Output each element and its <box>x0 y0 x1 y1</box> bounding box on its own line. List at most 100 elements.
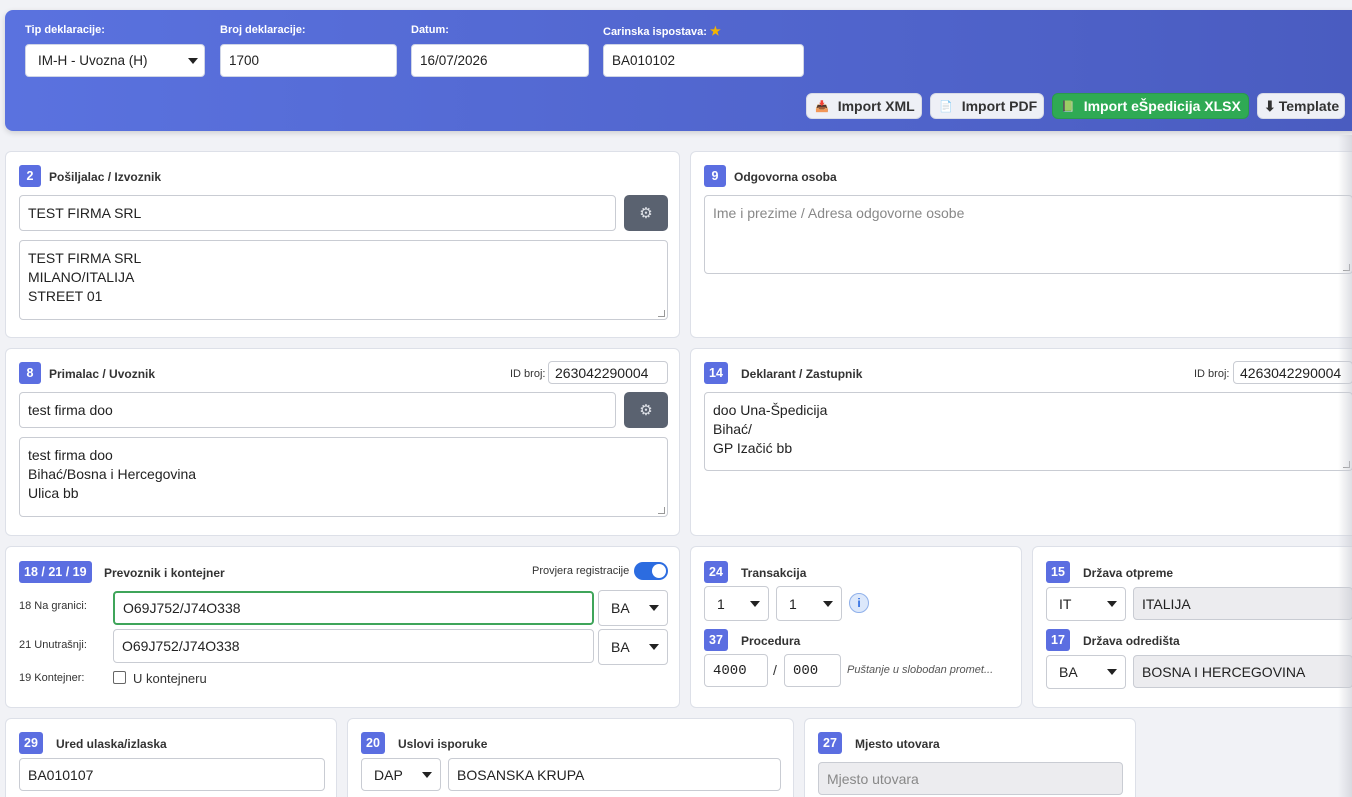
uslovi-place-input[interactable]: BOSANSKA KRUPA <box>448 758 781 791</box>
posiljalac-address-textarea[interactable]: TEST FIRMA SRL MILANO/ITALIJA STREET 01 <box>19 240 668 320</box>
uslovi-badge: 20 <box>361 732 385 754</box>
resize-grip-icon[interactable] <box>658 507 665 514</box>
chevron-down-icon <box>649 605 659 611</box>
ispostava-input[interactable]: BA010102 <box>603 44 804 77</box>
transakcija-select-1[interactable]: 1 <box>704 586 769 621</box>
primalac-id-input[interactable]: 263042290004 <box>548 361 668 384</box>
mjesto-input[interactable]: Mjesto utovara <box>818 762 1123 795</box>
primalac-settings-button[interactable]: ⚙ <box>624 392 668 428</box>
tip-label: Tip deklaracije: <box>25 24 105 36</box>
provjera-toggle[interactable] <box>634 562 668 580</box>
chevron-down-icon <box>823 600 833 607</box>
ured-input[interactable]: BA010107 <box>19 758 325 791</box>
posiljalac-settings-button[interactable]: ⚙ <box>624 195 668 231</box>
chevron-down-icon <box>649 644 659 650</box>
chevron-down-icon <box>1107 669 1117 675</box>
transakcija-card: 24 Transakcija 1 1 i 37 Procedura 4000 /… <box>690 546 1022 708</box>
template-label: Template <box>1278 98 1340 114</box>
procedura-title: Procedura <box>741 634 801 648</box>
drzava-odredista-name: BOSNA I HERCEGOVINA <box>1133 655 1352 688</box>
gear-icon: ⚙ <box>639 205 653 222</box>
drzava-otpreme-select[interactable]: IT <box>1046 587 1126 621</box>
drzava-odredista-select[interactable]: BA <box>1046 655 1126 689</box>
odgovorna-title: Odgovorna osoba <box>734 170 837 184</box>
chevron-down-icon <box>188 57 198 64</box>
deklarant-badge: 14 <box>704 362 728 384</box>
import-pdf-label: Import PDF <box>961 98 1038 114</box>
deklarant-id-input[interactable]: 4263042290004 <box>1233 361 1352 384</box>
pdf-file-icon: 📄 <box>939 100 953 113</box>
u-kontejneru-label: U kontejneru <box>133 671 207 686</box>
prevoznik-title: Prevoznik i kontejner <box>104 566 225 580</box>
import-xml-label: Import XML <box>837 98 915 114</box>
tip-select[interactable]: IM-H - Uvozna (H) <box>25 44 205 77</box>
deklarant-title: Deklarant / Zastupnik <box>741 367 863 381</box>
xml-file-icon: 📥 <box>815 100 829 113</box>
download-icon: ⬇ <box>1264 97 1276 114</box>
deklarant-card: 14 Deklarant / Zastupnik ID broj: 426304… <box>690 348 1352 536</box>
kontejner-checkbox[interactable] <box>113 671 126 684</box>
procedura-separator: / <box>773 662 777 678</box>
posiljalac-card: 2 Pošiljalac / Izvoznik TEST FIRMA SRL ⚙… <box>5 151 680 338</box>
uslovi-select[interactable]: DAP <box>361 758 441 791</box>
provjera-label: Provjera registracije <box>532 565 630 577</box>
prevoznik-card: 18 / 21 / 19 Prevoznik i kontejner Provj… <box>5 546 680 708</box>
mjesto-badge: 27 <box>818 732 842 754</box>
prevoznik-badge: 18 / 21 / 19 <box>19 561 92 583</box>
primalac-address-text: test firma doo Bihać/Bosna i Hercegovina… <box>28 447 197 501</box>
broj-input[interactable]: 1700 <box>220 44 397 77</box>
info-icon[interactable]: i <box>849 593 869 613</box>
drzava-otpreme-badge: 15 <box>1046 561 1070 583</box>
resize-grip-icon[interactable] <box>658 310 665 317</box>
import-xlsx-button[interactable]: 📗 Import eŠpedicija XLSX <box>1052 93 1249 119</box>
template-button[interactable]: ⬇ Template <box>1257 93 1345 119</box>
posiljalac-address-text: TEST FIRMA SRL MILANO/ITALIJA STREET 01 <box>28 250 142 304</box>
procedura-description: Puštanje u slobodan promet... <box>847 664 994 676</box>
transakcija-select-2[interactable]: 1 <box>776 586 842 621</box>
na-granici-input[interactable]: O69J752/J74O338 <box>113 591 594 625</box>
drzava-otpreme-title: Država otpreme <box>1083 566 1174 580</box>
unutrasnji-country-select[interactable]: BA <box>598 629 668 665</box>
procedura-badge: 37 <box>704 629 728 651</box>
drzava-otpreme-name: ITALIJA <box>1133 587 1352 620</box>
mjesto-placeholder: Mjesto utovara <box>827 770 919 787</box>
ispostava-label: Carinska ispostava: ★ <box>603 24 721 38</box>
na-granici-country-value: BA <box>611 600 630 616</box>
uslovi-code: DAP <box>374 766 403 783</box>
na-granici-country-select[interactable]: BA <box>598 590 668 626</box>
drzava-odredista-title: Država odredišta <box>1083 634 1180 648</box>
drzava-odredista-badge: 17 <box>1046 629 1070 651</box>
chevron-down-icon <box>750 600 760 607</box>
posiljalac-title: Pošiljalac / Izvoznik <box>49 170 162 184</box>
deklarant-address-textarea[interactable]: doo Una-Špedicija Bihać/ GP Izačić bb <box>704 392 1352 471</box>
unutrasnji-country-value: BA <box>611 639 630 655</box>
primalac-badge: 8 <box>19 362 41 384</box>
unutrasnji-label: 21 Unutrašnji: <box>19 639 87 651</box>
primalac-id-label: ID broj: <box>510 368 546 380</box>
kontejner-label: 19 Kontejner: <box>19 672 85 684</box>
drzava-odredista-code: BA <box>1059 664 1078 680</box>
star-icon: ★ <box>710 24 721 38</box>
unutrasnji-input[interactable]: O69J752/J74O338 <box>113 629 594 663</box>
uslovi-title: Uslovi isporuke <box>398 737 488 751</box>
deklarant-address-text: doo Una-Špedicija Bihać/ GP Izačić bb <box>713 402 828 456</box>
posiljalac-name-input[interactable]: TEST FIRMA SRL <box>19 195 616 231</box>
procedura-code-2[interactable]: 000 <box>784 654 841 687</box>
import-xlsx-label: Import eŠpedicija XLSX <box>1083 98 1241 114</box>
mjesto-title: Mjesto utovara <box>855 737 940 751</box>
chevron-down-icon <box>1107 601 1117 607</box>
primalac-name-input[interactable]: test firma doo <box>19 392 616 428</box>
datum-input[interactable]: 16/07/2026 <box>411 44 589 77</box>
datum-label: Datum: <box>411 24 449 36</box>
odgovorna-textarea[interactable]: Ime i prezime / Adresa odgovorne osobe <box>704 195 1352 274</box>
drzava-otpreme-code: IT <box>1059 596 1072 612</box>
import-pdf-button[interactable]: 📄 Import PDF <box>930 93 1044 119</box>
primalac-card: 8 Primalac / Uvoznik ID broj: 2630422900… <box>5 348 680 536</box>
transakcija-value-2: 1 <box>789 595 797 612</box>
import-xml-button[interactable]: 📥 Import XML <box>806 93 922 119</box>
primalac-address-textarea[interactable]: test firma doo Bihać/Bosna i Hercegovina… <box>19 437 668 517</box>
declaration-header: Tip deklaracije: IM-H - Uvozna (H) Broj … <box>5 10 1352 131</box>
procedura-code-1[interactable]: 4000 <box>704 654 768 687</box>
gear-icon: ⚙ <box>639 402 653 419</box>
drzave-card: 15 Država otpreme IT ITALIJA 17 Država o… <box>1032 546 1352 708</box>
